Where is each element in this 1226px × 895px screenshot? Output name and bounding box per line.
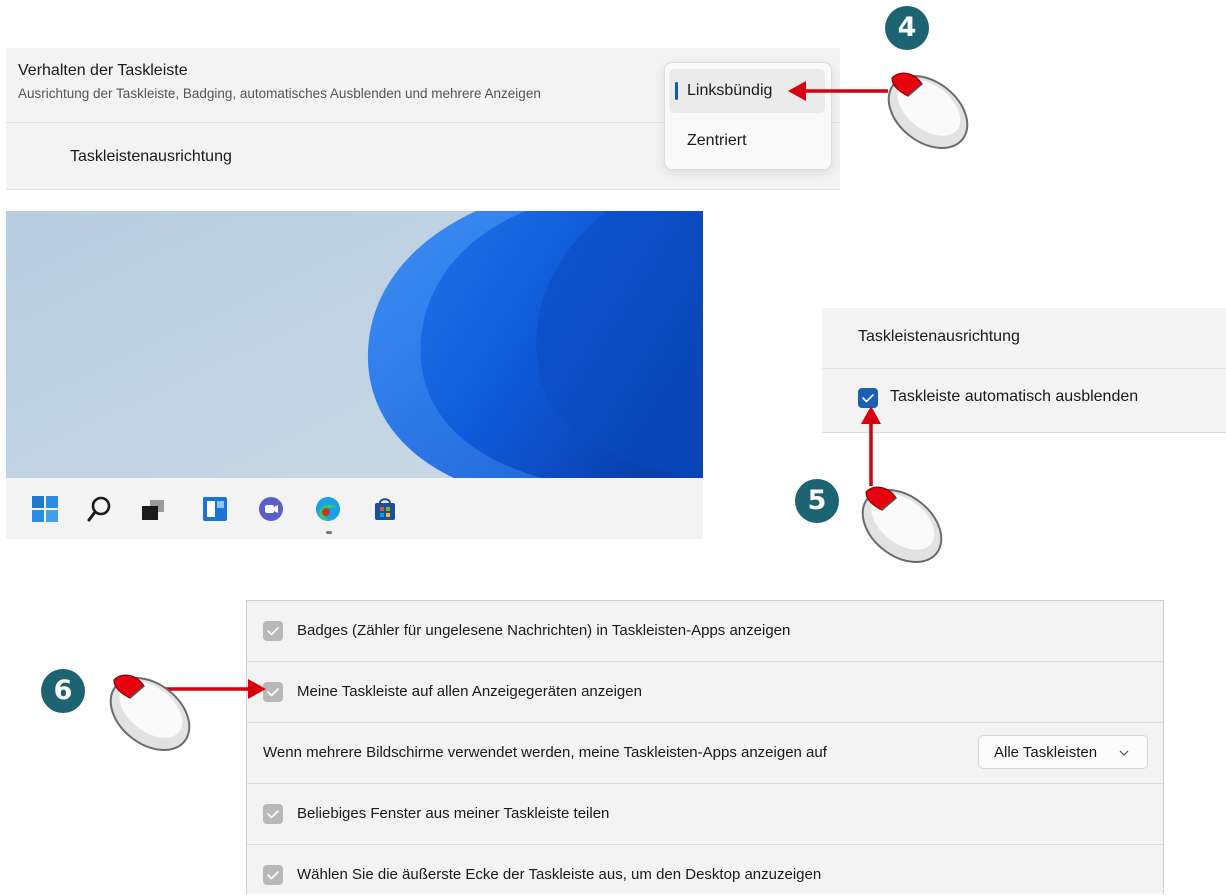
mouse-icon [887, 72, 969, 149]
mouse-icon [861, 486, 943, 563]
step-badge-5: 5 [795, 479, 839, 523]
arrowhead-5 [861, 406, 881, 424]
step-badge-6: 6 [41, 669, 85, 713]
step-badge-4: 4 [885, 6, 929, 50]
arrowhead-6 [248, 679, 266, 699]
arrowhead-4 [788, 81, 806, 101]
mouse-icon [109, 674, 191, 751]
callout-arrows [160, 81, 888, 699]
